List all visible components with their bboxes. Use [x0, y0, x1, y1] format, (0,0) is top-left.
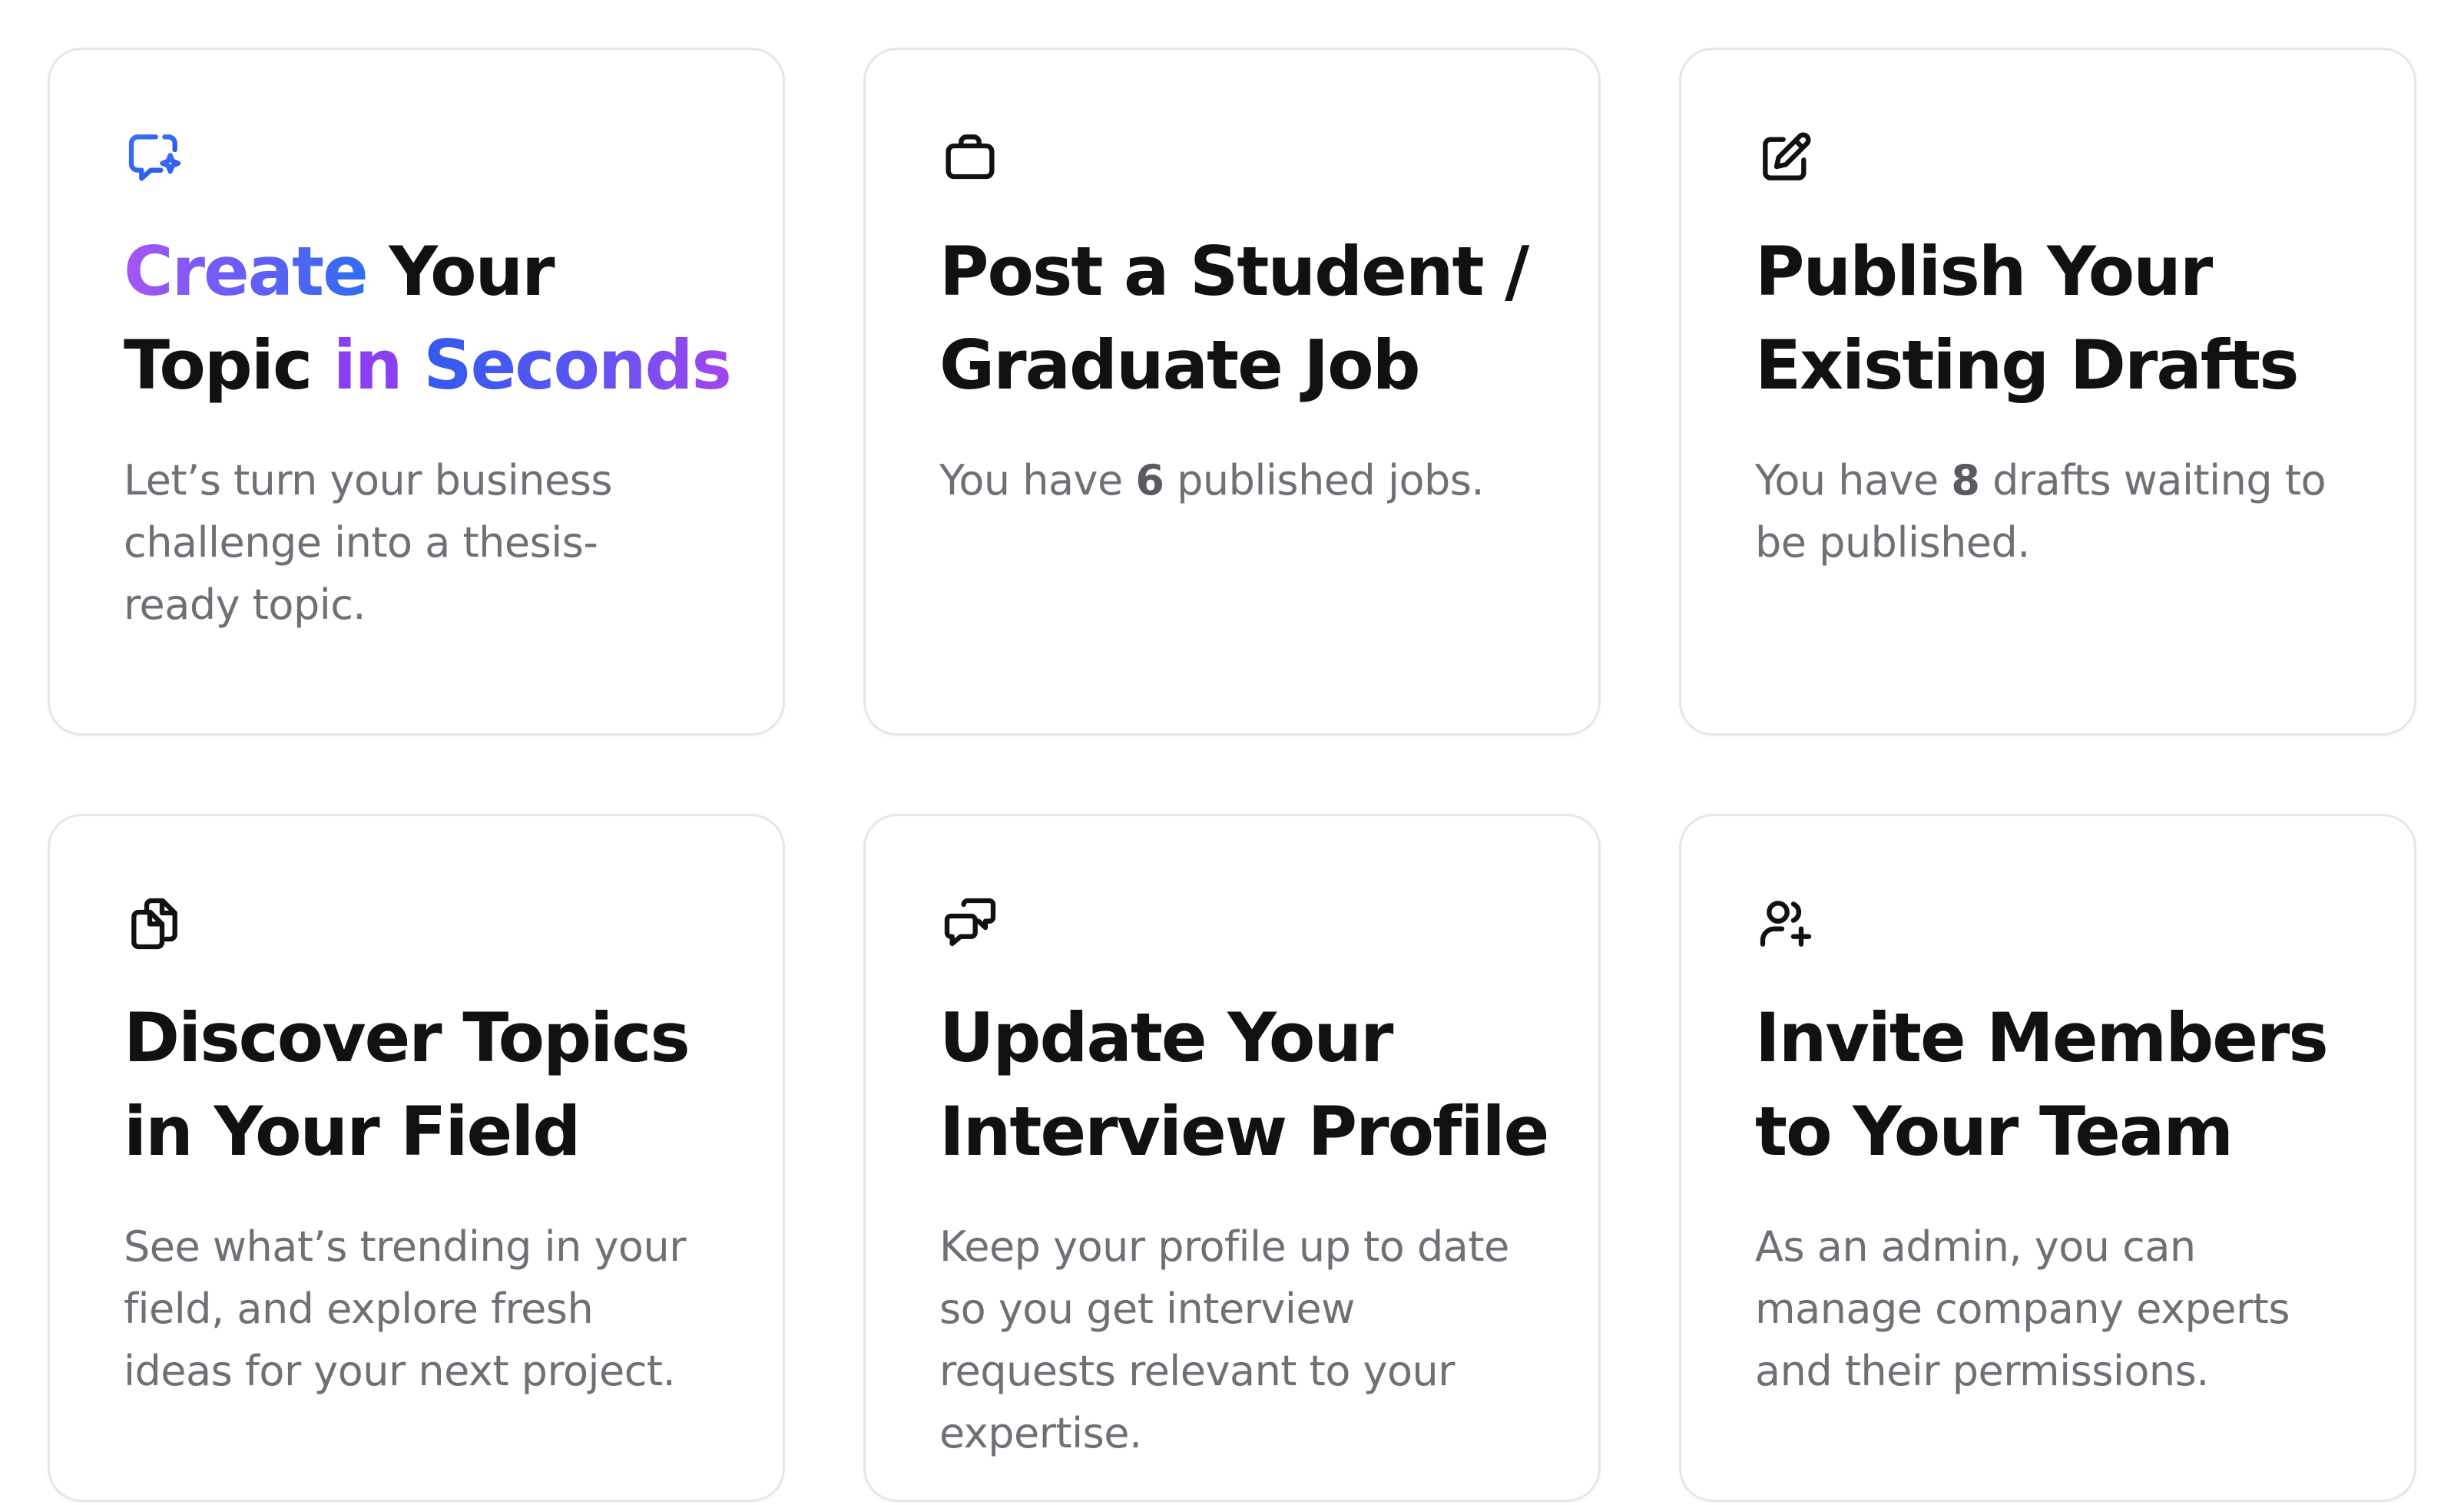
title-your: Your	[366, 232, 555, 311]
title-topic: Topic	[124, 326, 333, 405]
title-line-1: Update Your	[939, 998, 1393, 1077]
desc-before: You have	[1755, 456, 1952, 504]
card-create-topic[interactable]: Create Your Topic in Seconds Let’s turn …	[48, 48, 785, 736]
documents-icon	[124, 893, 185, 954]
card-title: Discover Topics in Your Field	[124, 991, 709, 1179]
card-description: As an admin, you can manage company expe…	[1755, 1222, 2290, 1395]
title-line-1: Discover Topics	[124, 998, 691, 1077]
card-title: Update Your Interview Profile	[939, 991, 1549, 1179]
title-line-1: Invite Members	[1755, 998, 2329, 1077]
chat-bubbles-icon	[939, 893, 1001, 954]
title-line-2: to Your Team	[1755, 1092, 2234, 1171]
card-title: Post a Student / Graduate Job	[939, 225, 1529, 412]
title-seconds: Seconds	[401, 326, 732, 405]
briefcase-icon	[939, 127, 1001, 188]
title-line-2: in Your Field	[124, 1092, 581, 1171]
desc-after: published jobs.	[1164, 456, 1485, 504]
card-description: See what’s trending in your field, and e…	[124, 1222, 686, 1395]
card-description: You have 8 drafts waiting to be publishe…	[1755, 449, 2340, 574]
card-description: Let’s turn your business challenge into …	[124, 456, 612, 629]
title-line-2: Graduate Job	[939, 326, 1421, 405]
card-title: Create Your Topic in Seconds	[124, 225, 732, 412]
title-line-1: Post a Student /	[939, 232, 1529, 311]
card-post-job[interactable]: Post a Student / Graduate Job You have 6…	[863, 48, 1601, 736]
card-title: Invite Members to Your Team	[1755, 991, 2340, 1179]
drafts-count: 8	[1951, 456, 1980, 504]
card-publish-drafts[interactable]: Publish Your Existing Drafts You have 8 …	[1679, 48, 2416, 736]
card-description: You have 6 published jobs.	[939, 449, 1525, 511]
card-description: Keep your profile up to date so you get …	[939, 1222, 1509, 1457]
title-line-1: Publish Your	[1755, 232, 2213, 311]
pencil-square-icon	[1755, 127, 1817, 188]
chat-sparkle-icon	[124, 127, 185, 188]
desc-before: You have	[939, 456, 1136, 504]
published-jobs-count: 6	[1135, 456, 1164, 504]
action-cards-grid: Create Your Topic in Seconds Let’s turn …	[48, 48, 2416, 1502]
card-discover-topics[interactable]: Discover Topics in Your Field See what’s…	[48, 814, 785, 1502]
title-line-2: Existing Drafts	[1755, 326, 2299, 405]
card-invite-members[interactable]: Invite Members to Your Team As an admin,…	[1679, 814, 2416, 1502]
title-create: Create	[124, 232, 369, 311]
user-plus-icon	[1755, 893, 1817, 954]
card-title: Publish Your Existing Drafts	[1755, 225, 2340, 412]
card-update-interview-profile[interactable]: Update Your Interview Profile Keep your …	[863, 814, 1601, 1502]
title-line-2: Interview Profile	[939, 1092, 1549, 1171]
title-in: in	[333, 326, 403, 405]
